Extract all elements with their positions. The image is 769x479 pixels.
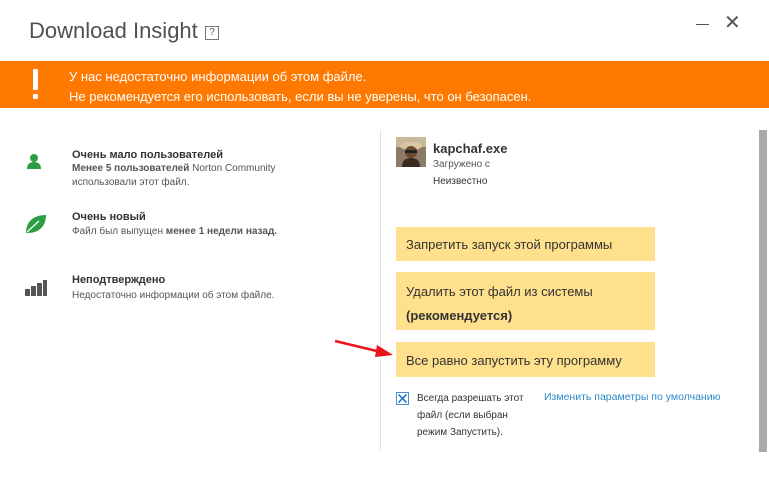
minimize-button[interactable] [696, 17, 710, 31]
download-insight-window: Download Insight ? ✕ У нас недостаточно … [0, 0, 769, 479]
change-defaults-link[interactable]: Изменить параметры по умолчанию [544, 391, 720, 403]
age-description: Файл был выпущен менее 1 недели назад. [72, 226, 278, 237]
window-title: Download Insight [29, 18, 198, 43]
stability-description: Недостаточно информации об этом файле. [72, 290, 275, 301]
users-description: Менее 5 пользователей Norton Community и… [72, 163, 276, 188]
file-source-value: Неизвестно [433, 176, 488, 187]
run-anyway-button[interactable]: Все равно запустить эту программу [396, 342, 655, 377]
leaf-icon [26, 215, 46, 233]
banner-line-2: Не рекомендуется его использовать, если … [69, 89, 532, 104]
red-arrow-icon [334, 339, 393, 357]
signal-bars-icon [25, 280, 47, 296]
always-allow-checkbox[interactable] [396, 392, 409, 405]
block-program-button[interactable]: Запретить запуск этой программы [396, 227, 655, 261]
delete-file-button[interactable]: Удалить этот файл из системы (рекомендуе… [396, 272, 655, 330]
file-name: kapchaf.exe [433, 141, 508, 156]
scrollbar-thumb[interactable] [759, 130, 767, 452]
run-anyway-label: Все равно запустить эту программу [406, 353, 622, 368]
delete-file-label: Удалить этот файл из системы [406, 284, 593, 299]
banner-line-1: У нас недостаточно информации об этом фа… [69, 69, 367, 84]
file-source-label: Загружено с [433, 159, 490, 170]
file-avatar-icon [396, 137, 426, 167]
user-icon [27, 154, 41, 169]
stability-heading: Неподтверждено [72, 274, 166, 286]
warning-icon [30, 69, 40, 101]
panel-divider [380, 130, 381, 450]
block-program-label: Запретить запуск этой программы [406, 237, 613, 252]
users-heading: Очень мало пользователей [72, 149, 223, 161]
warning-banner: У нас недостаточно информации об этом фа… [0, 61, 769, 108]
checkmark-icon [397, 393, 408, 404]
recommended-label: (рекомендуется) [406, 308, 513, 323]
always-allow-label: Всегда разрешать этот файл (если выбран … [417, 393, 524, 438]
age-heading: Очень новый [72, 211, 146, 223]
help-icon[interactable]: ? [205, 26, 219, 40]
close-button[interactable]: ✕ [724, 13, 741, 33]
